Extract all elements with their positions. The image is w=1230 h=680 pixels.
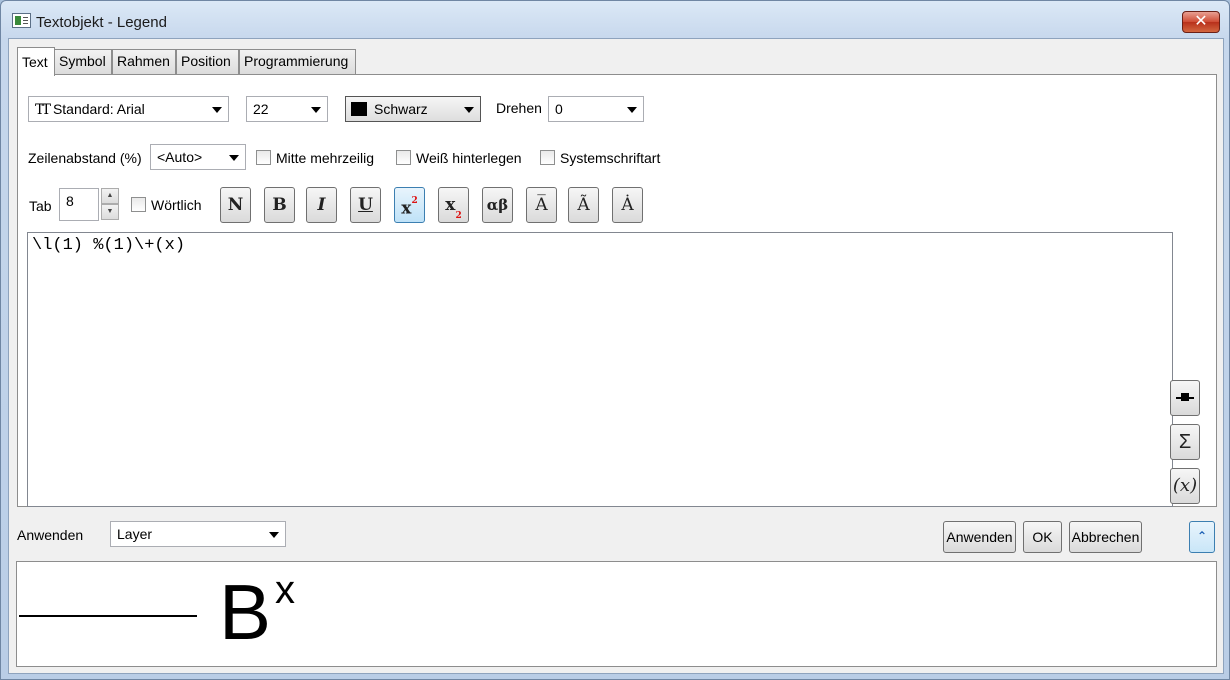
tab-text[interactable]: Text	[17, 47, 55, 76]
greek-button[interactable]: αβ	[482, 187, 513, 223]
title-bar[interactable]: Textobjekt - Legend ✕	[1, 1, 1229, 39]
chevron-down-icon	[229, 155, 239, 161]
spin-up-icon[interactable]: ▲	[101, 188, 119, 204]
rotate-select[interactable]: 0	[548, 96, 644, 122]
normal-button[interactable]: N	[220, 187, 251, 223]
checkbox-box[interactable]	[396, 150, 411, 165]
preview-superscript: x	[275, 568, 295, 612]
center-multiline-label: Mitte mehrzeilig	[276, 150, 375, 166]
tab-stop-input[interactable]: 8	[59, 188, 99, 221]
white-background-label: Weiß hinterlegen	[416, 150, 522, 166]
apply-target-select[interactable]: Layer	[110, 521, 286, 547]
color-select[interactable]: Schwarz	[345, 96, 481, 122]
size-select[interactable]: 22	[246, 96, 328, 122]
checkbox-box[interactable]	[256, 150, 271, 165]
underline-button[interactable]: U	[350, 187, 381, 223]
superscript-mark: 2	[411, 196, 418, 206]
chevron-down-icon	[627, 107, 637, 113]
app-icon	[12, 13, 31, 28]
rotate-label: Drehen	[496, 100, 542, 116]
line-symbol-icon	[1176, 393, 1194, 401]
variable-button[interactable]: (x)	[1170, 468, 1200, 504]
tab-symbol[interactable]: Symbol	[54, 49, 112, 74]
dot-accent-button[interactable]: Ȧ	[612, 187, 643, 223]
line-spacing-value: <Auto>	[157, 149, 203, 165]
window-title: Textobjekt - Legend	[36, 14, 167, 31]
collapse-icon[interactable]: ⌃	[1189, 521, 1215, 553]
chevron-down-icon	[269, 532, 279, 538]
dialog-client: Text Symbol Rahmen Position Programmieru…	[8, 38, 1224, 674]
tab-frame[interactable]: Rahmen	[112, 49, 176, 74]
overbar-button[interactable]: A̅	[526, 187, 557, 223]
subscript-mark: 2	[455, 211, 462, 222]
close-button[interactable]: ✕	[1182, 11, 1220, 33]
insert-symbol-button[interactable]	[1170, 380, 1200, 416]
cancel-button[interactable]: Abbrechen	[1069, 521, 1142, 553]
spin-down-icon[interactable]: ▼	[101, 204, 119, 220]
rotate-select-value: 0	[555, 101, 563, 117]
chevron-down-icon	[212, 107, 222, 113]
tab-stop-label: Tab	[29, 198, 52, 214]
superscript-button[interactable]: x2	[394, 187, 425, 223]
apply-label: Anwenden	[17, 527, 84, 543]
system-font-label: Systemschriftart	[560, 150, 661, 166]
line-spacing-label: Zeilenabstand (%)	[28, 150, 142, 166]
font-select-value: Standard: Arial	[52, 101, 145, 117]
dialog-window: Textobjekt - Legend ✕ Text Symbol Rahmen…	[0, 0, 1230, 680]
tab-position[interactable]: Position	[176, 49, 239, 74]
subscript-button[interactable]: x2	[438, 187, 469, 223]
checkbox-box[interactable]	[540, 150, 555, 165]
color-select-value: Schwarz	[374, 101, 428, 117]
text-editor[interactable]: \l(1) %(1)\+(x)	[27, 232, 1173, 507]
apply-button[interactable]: Anwenden	[943, 521, 1016, 553]
italic-button[interactable]: I	[306, 187, 337, 223]
subscript-base: x	[445, 195, 456, 215]
tab-programming[interactable]: Programmierung	[239, 49, 356, 74]
size-select-value: 22	[253, 101, 269, 117]
tab-stop-spinner: ▲ ▼	[101, 188, 119, 221]
line-spacing-select[interactable]: <Auto>	[150, 144, 246, 170]
preview-pane: B x	[16, 561, 1217, 667]
checkbox-box[interactable]	[131, 197, 146, 212]
tilde-button[interactable]: Ã	[568, 187, 599, 223]
font-select[interactable]: TT Standard: Arial	[28, 96, 229, 122]
chevron-down-icon	[464, 107, 474, 113]
preview-text: B	[219, 568, 272, 656]
ok-button[interactable]: OK	[1023, 521, 1062, 553]
apply-target-value: Layer	[117, 526, 153, 542]
superscript-base: x	[401, 198, 412, 219]
color-swatch	[351, 102, 367, 116]
legend-line-sample	[19, 615, 197, 617]
font-type-icon: TT	[35, 102, 51, 118]
sigma-button[interactable]: Σ	[1170, 424, 1200, 460]
bold-button[interactable]: B	[264, 187, 295, 223]
literal-label: Wörtlich	[151, 197, 202, 213]
chevron-down-icon	[311, 107, 321, 113]
